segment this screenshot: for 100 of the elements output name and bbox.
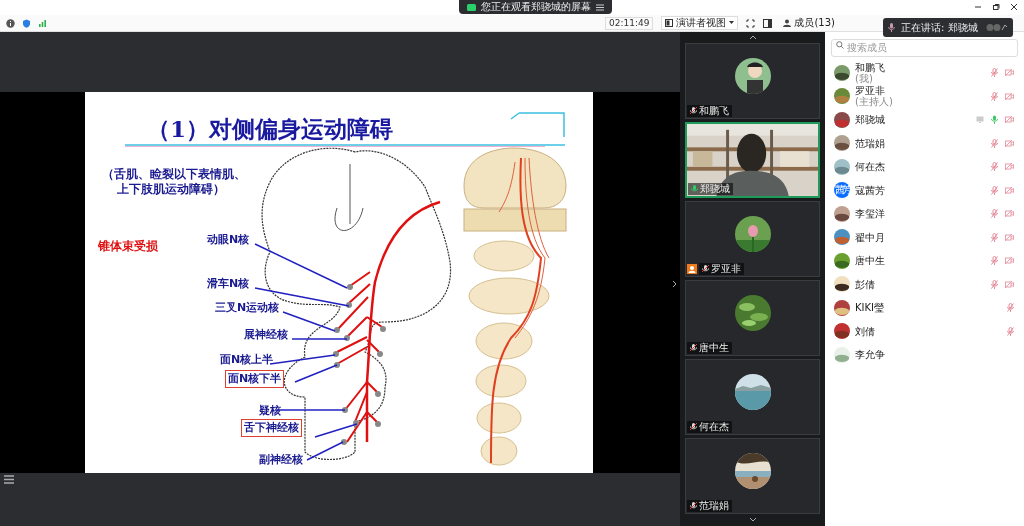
nucleus-label: 舌下神经核 — [241, 419, 302, 437]
avatar: 茜芳 — [834, 182, 850, 199]
member-name: KIKI瑩 — [855, 302, 885, 314]
camera-off-icon[interactable] — [1005, 210, 1014, 218]
layout-icon — [665, 19, 674, 27]
participant-name: 唐中生 — [687, 342, 732, 354]
video-tile[interactable]: 何在杰 — [685, 359, 820, 435]
member-name: 彭倩 — [855, 278, 876, 290]
member-name: 唐中生 — [855, 255, 886, 267]
camera-off-icon[interactable] — [1005, 92, 1014, 100]
muted-microphone-icon[interactable] — [991, 209, 998, 219]
muted-microphone-icon[interactable] — [991, 232, 998, 242]
info-icon[interactable] — [6, 18, 15, 28]
signal-icon[interactable] — [38, 18, 47, 28]
audio-level-icon — [986, 23, 1008, 32]
video-tile[interactable]: 范瑞娟 — [685, 438, 820, 514]
nucleus-label: 面N核上半 — [219, 352, 275, 368]
member-name: 范瑞娟 — [855, 137, 886, 149]
member-item[interactable]: 郑骁城 — [831, 108, 1018, 132]
member-name: 刘倩 — [855, 325, 876, 337]
slide-title: （1）对侧偏身运动障碍 — [147, 114, 393, 144]
member-item[interactable]: 罗亚非 (主持人) — [831, 84, 1018, 108]
participant-name: 和鹏飞 — [687, 105, 732, 117]
close-icon[interactable] — [1010, 3, 1018, 11]
member-name: 翟中月 — [855, 231, 886, 243]
nucleus-label: 副神经核 — [258, 452, 304, 468]
notice-text: 您正在观看郑骁城的屏幕 — [481, 0, 591, 14]
member-item[interactable]: 范瑞娟 — [831, 131, 1018, 155]
person-icon — [783, 19, 792, 27]
minimize-icon[interactable] — [974, 3, 982, 11]
restore-icon[interactable] — [992, 3, 1000, 11]
screen-share-icon — [467, 3, 476, 11]
participant-name: 罗亚非 — [699, 263, 744, 275]
video-tile[interactable]: 罗亚非 — [685, 201, 820, 277]
muted-microphone-icon[interactable] — [991, 279, 998, 289]
member-item[interactable]: 彭倩 — [831, 272, 1018, 296]
member-item[interactable]: 唐中生 — [831, 249, 1018, 273]
nucleus-label: 面N核下半 — [225, 370, 285, 388]
nucleus-label: 三叉N运动核 — [214, 300, 281, 316]
list-icon[interactable] — [4, 475, 14, 484]
member-name: 李玺洋 — [855, 208, 886, 220]
nucleus-label: 滑车N核 — [206, 276, 251, 292]
video-tile[interactable]: 唐中生 — [685, 280, 820, 356]
camera-off-icon[interactable] — [1005, 69, 1014, 77]
member-item[interactable]: 茜芳 寇茜芳 — [831, 178, 1018, 202]
muted-microphone-icon[interactable] — [991, 256, 998, 266]
shield-icon[interactable] — [22, 18, 31, 28]
muted-microphone-icon[interactable] — [991, 162, 998, 172]
microphone-icon[interactable] — [991, 115, 998, 125]
caret-icon — [729, 21, 735, 25]
member-role: (主持人) — [855, 96, 894, 108]
chevron-right-icon[interactable] — [672, 280, 677, 288]
member-item[interactable]: 和鹏飞 (我) — [831, 61, 1018, 85]
camera-off-icon[interactable] — [1005, 139, 1014, 147]
microphone-icon — [888, 23, 895, 32]
participant-name: 范瑞娟 — [687, 500, 732, 512]
camera-off-icon[interactable] — [1005, 186, 1014, 194]
member-item[interactable]: 李玺洋 — [831, 202, 1018, 226]
member-item[interactable]: 李允争 — [831, 343, 1018, 367]
camera-off-icon[interactable] — [1005, 116, 1014, 124]
nucleus-label: 动眼N核 — [206, 232, 251, 248]
lesion-label: 锥体束受损 — [98, 238, 158, 255]
member-item[interactable]: 翟中月 — [831, 225, 1018, 249]
camera-off-icon[interactable] — [1005, 257, 1014, 265]
camera-off-icon[interactable] — [1005, 233, 1014, 241]
members-button[interactable]: 成员(13) — [780, 16, 838, 30]
member-name: 何在杰 — [855, 161, 886, 173]
member-search-field[interactable]: 搜索成员 — [831, 38, 1018, 57]
member-name: 罗亚非 — [855, 85, 886, 97]
sidebar-toggle-icon[interactable] — [763, 18, 773, 28]
member-name: 李允争 — [855, 349, 886, 361]
fullscreen-icon[interactable] — [746, 18, 756, 28]
view-dropdown[interactable]: 演讲者视图 — [661, 16, 739, 30]
nucleus-label: 疑核 — [258, 403, 282, 419]
camera-off-icon[interactable] — [1005, 280, 1014, 288]
menu-icon[interactable] — [596, 3, 604, 11]
slide-subtitle: （舌肌、睑裂以下表情肌、 — [102, 166, 246, 182]
slide-subtitle: 上下肢肌运动障碍） — [117, 181, 225, 198]
video-tile[interactable]: 郑骁城 — [685, 122, 820, 198]
search-icon — [836, 41, 844, 49]
member-item[interactable]: KIKI瑩 — [831, 296, 1018, 320]
video-tile[interactable]: 和鹏飞 — [685, 43, 820, 119]
member-name: 郑骁城 — [855, 114, 886, 126]
muted-microphone-icon[interactable] — [991, 91, 998, 101]
camera-off-icon[interactable] — [1005, 163, 1014, 171]
member-item[interactable]: 何在杰 — [831, 155, 1018, 179]
member-item[interactable]: 刘倩 — [831, 319, 1018, 343]
muted-microphone-icon[interactable] — [991, 185, 998, 195]
leader-line — [314, 423, 358, 438]
chevron-down-icon[interactable] — [748, 517, 757, 522]
muted-microphone-icon[interactable] — [991, 68, 998, 78]
title-corner-bracket — [510, 112, 565, 138]
muted-microphone-icon[interactable] — [1007, 326, 1014, 336]
muted-microphone-icon[interactable] — [991, 138, 998, 148]
leader-line — [306, 441, 344, 461]
muted-microphone-icon[interactable] — [1007, 303, 1014, 313]
chevron-up-icon[interactable] — [748, 35, 757, 40]
participant-name: 郑骁城 — [688, 183, 733, 195]
member-name: 寇茜芳 — [855, 184, 886, 196]
member-role: (我) — [855, 72, 873, 84]
